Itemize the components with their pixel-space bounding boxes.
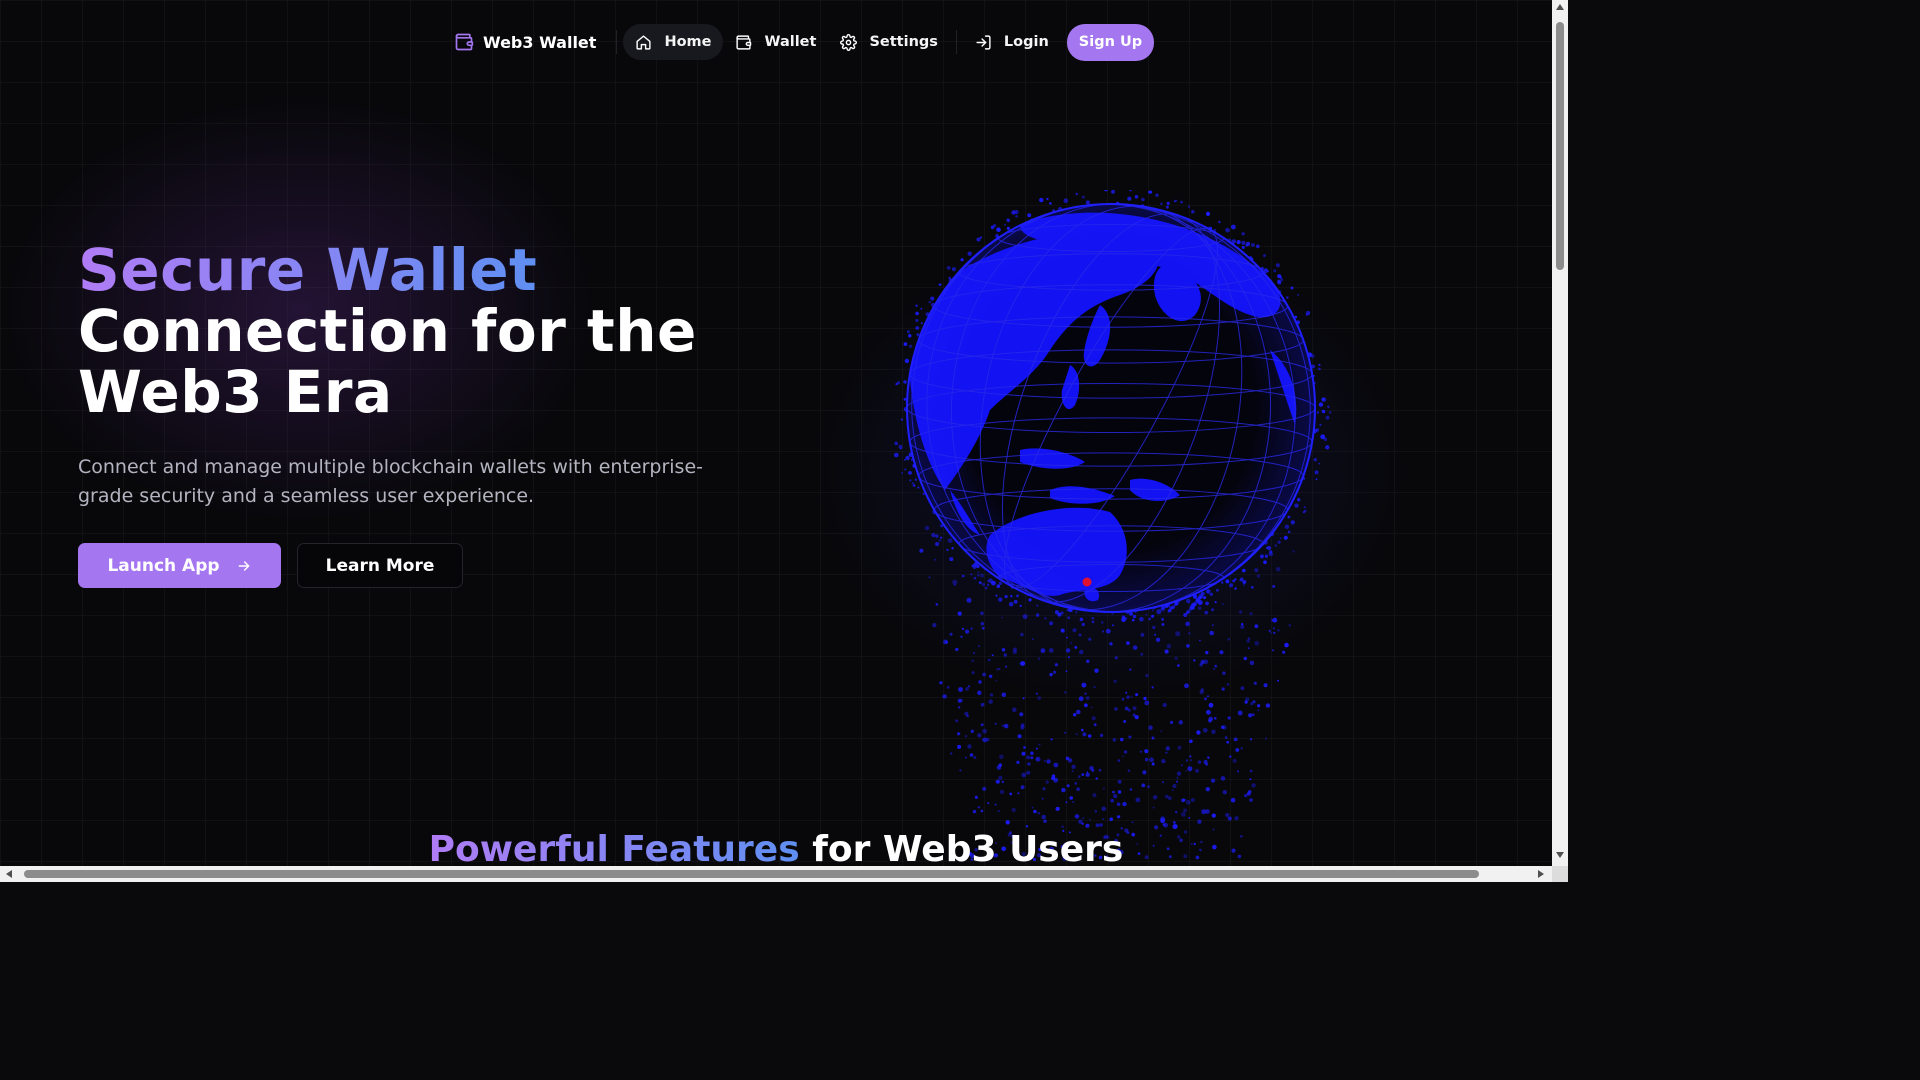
horizontal-scroll-thumb[interactable] — [24, 870, 1479, 878]
arrow-right-icon — [238, 560, 249, 571]
nav-item-wallet-label: Wallet — [764, 34, 817, 50]
vertical-scroll-thumb[interactable] — [1556, 22, 1564, 270]
scroll-left-arrow-icon[interactable] — [6, 870, 12, 878]
brand-name: Web3 Wallet — [483, 32, 597, 52]
wallet-logo-icon — [455, 33, 474, 51]
vertical-scrollbar[interactable] — [1552, 0, 1568, 866]
login-button[interactable]: Login — [963, 24, 1061, 60]
page-viewport: Web3 Wallet Home Wallet Settings Login S… — [0, 0, 1552, 866]
scroll-up-arrow-icon[interactable] — [1556, 4, 1564, 10]
features-title-rest: for Web3 Users — [812, 829, 1124, 866]
login-icon — [976, 34, 991, 50]
hero-title-line3: Web3 Era — [78, 358, 393, 426]
wallet-icon — [736, 34, 752, 50]
scroll-down-arrow-icon[interactable] — [1556, 852, 1564, 858]
brand-logo[interactable]: Web3 Wallet — [440, 22, 610, 62]
gear-icon — [840, 33, 858, 51]
home-icon — [636, 34, 652, 50]
launch-app-button[interactable]: Launch App — [78, 543, 281, 588]
globe-outline — [906, 203, 1316, 613]
nav-item-wallet[interactable]: Wallet — [723, 24, 828, 60]
features-title-highlight: Powerful Features — [429, 829, 800, 866]
launch-app-label: Launch App — [107, 555, 220, 576]
nav-item-home[interactable]: Home — [623, 24, 724, 60]
signup-button[interactable]: Sign Up — [1066, 23, 1155, 61]
horizontal-scrollbar[interactable] — [0, 866, 1552, 882]
nav-item-settings[interactable]: Settings — [828, 24, 949, 60]
location-marker — [1082, 577, 1092, 587]
scroll-right-arrow-icon[interactable] — [1538, 870, 1544, 878]
top-nav: Web3 Wallet Home Wallet Settings Login S… — [440, 22, 1155, 62]
learn-more-button[interactable]: Learn More — [297, 543, 463, 588]
scrollbar-corner — [1552, 866, 1568, 882]
hero-title: Secure Wallet Connection for the Web3 Er… — [78, 240, 697, 423]
globe-visualization — [894, 190, 1332, 862]
hero-title-highlight: Secure Wallet — [78, 236, 538, 304]
nav-divider — [955, 30, 957, 54]
nav-divider — [616, 30, 618, 54]
nav-item-home-label: Home — [664, 34, 712, 50]
nav-item-settings-label: Settings — [869, 34, 938, 50]
features-section-title: Powerful Features for Web3 Users — [0, 826, 1552, 866]
hero-title-line2: Connection for the — [78, 297, 697, 365]
hero-subtitle: Connect and manage multiple blockchain w… — [78, 456, 703, 507]
login-label: Login — [1003, 34, 1049, 50]
